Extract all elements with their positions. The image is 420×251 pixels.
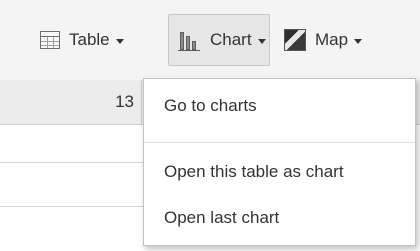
chart-dropdown-menu: Go to charts Open this table as chart Op…: [143, 78, 416, 246]
table-icon: [40, 31, 60, 49]
row-divider: [0, 206, 145, 207]
map-icon: [284, 29, 306, 51]
table-button-label: Table: [69, 30, 110, 49]
map-button[interactable]: Map: [284, 14, 420, 66]
menu-item-open-table-as-chart[interactable]: Open this table as chart: [144, 154, 415, 190]
map-button-label: Map: [315, 30, 349, 49]
caret-down-icon: [115, 38, 124, 44]
chart-button[interactable]: Chart: [168, 14, 270, 66]
caret-down-icon: [257, 38, 266, 44]
row-divider: [0, 162, 145, 163]
chart-button-label: Chart: [210, 30, 252, 49]
app-stage: Table Chart Map 13 Go to charts Open thi…: [0, 0, 420, 251]
menu-item-open-last-chart[interactable]: Open last chart: [144, 200, 415, 236]
menu-item-go-to-charts[interactable]: Go to charts: [144, 88, 415, 124]
bar-chart-icon: [177, 28, 201, 52]
table-button[interactable]: Table: [40, 14, 160, 66]
toolbar: Table Chart Map: [0, 0, 420, 81]
caret-down-icon: [354, 38, 363, 44]
table-cell-value[interactable]: 13: [100, 92, 134, 112]
column-divider: [141, 80, 142, 124]
menu-divider: [144, 142, 415, 143]
